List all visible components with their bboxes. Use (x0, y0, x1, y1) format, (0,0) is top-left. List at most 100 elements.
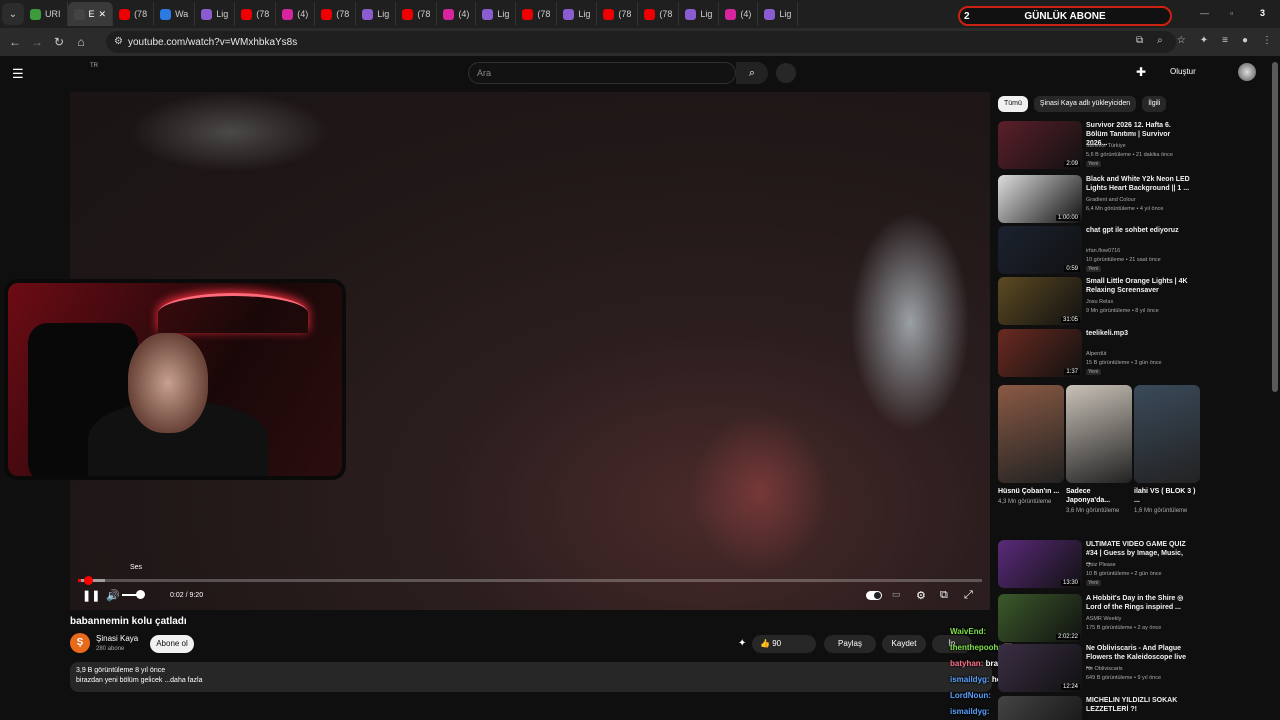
recommended-channel[interactable]: Alperdüt (1086, 351, 1107, 357)
recommended-video[interactable]: 31:05 Small Little Orange Lights | 4K Rel… (998, 277, 1208, 325)
page-scrollbar[interactable] (1272, 62, 1278, 392)
browser-tab[interactable]: (78 (597, 2, 639, 26)
filter-chip[interactable]: İlgili (1142, 96, 1167, 112)
short-thumbnail[interactable] (1134, 385, 1200, 483)
voice-search-button[interactable] (776, 63, 796, 83)
browser-tab[interactable]: (78 (315, 2, 357, 26)
search-input[interactable]: Ara (468, 62, 736, 84)
autoplay-toggle[interactable] (866, 591, 882, 600)
miniplayer-icon[interactable]: ⧉ (940, 589, 948, 602)
tab-search-chevron-icon[interactable]: ⌄ (2, 3, 24, 25)
save-button[interactable]: Kaydet (882, 635, 926, 653)
maximize-icon[interactable]: ▫ (1230, 8, 1233, 18)
recommended-video[interactable]: 1:37 teelikeli.mp3 Alperdüt 15 B görüntülem… (998, 329, 1208, 377)
recommended-video[interactable]: 0:59 chat gpt ile sohbet ediyoruz irfan.fl… (998, 226, 1208, 274)
short-thumbnail[interactable] (1066, 385, 1132, 483)
install-icon[interactable]: ⧉ (1136, 35, 1143, 46)
browser-tab[interactable]: (78 (396, 2, 438, 26)
filter-chip[interactable]: Tümü (998, 96, 1028, 112)
search-button[interactable]: ⌕ (736, 62, 768, 84)
media-icon[interactable]: ≡ (1222, 35, 1228, 46)
description-box[interactable]: 3,9 B görüntüleme 8 yıl önce birazdan ye… (70, 662, 992, 692)
short-title[interactable]: Hüsnü Çoban'ın ... (998, 487, 1064, 496)
video-thumbnail[interactable]: 2:09 (998, 121, 1082, 169)
recommended-video[interactable]: 1:00:00 Black and White Y2k Neon LED Ligh… (998, 175, 1208, 223)
browser-tab[interactable]: (78 (235, 2, 277, 26)
browser-tab[interactable]: Lig (758, 2, 799, 26)
recommended-channel[interactable]: Gradient and Colour (1086, 197, 1136, 203)
short-title[interactable]: ilahi VS ( BLOK 3 ) ... (1134, 487, 1200, 505)
pause-icon[interactable]: ❚❚ (82, 589, 100, 602)
filter-chip[interactable]: Şinasi Kaya adlı yükleyiciden (1033, 96, 1137, 112)
like-button[interactable]: 👍 90 (752, 635, 816, 653)
short-item[interactable]: Hüsnü Çoban'ın ... 4,3 Mn görüntüleme (998, 385, 1064, 506)
recommended-title[interactable]: A Hobbit's Day in the Shire ◎ Lord of th… (1086, 594, 1190, 612)
back-icon[interactable]: ← (4, 35, 26, 49)
volume-icon[interactable]: 🔊 (106, 589, 120, 602)
recommended-video[interactable]: 13:30 ULTIMATE VIDEO GAME QUIZ #34 | Gues… (998, 540, 1208, 588)
zoom-icon[interactable]: ⌕ (1157, 35, 1163, 46)
settings-gear-icon[interactable]: ⚙ (916, 589, 926, 602)
create-icon[interactable]: ✚ (1136, 65, 1146, 79)
recommended-channel[interactable]: Survivor Türkiye (1086, 143, 1126, 149)
progress-bar[interactable] (78, 576, 982, 585)
recommended-title[interactable]: Black and White Y2k Neon LED Lights Hear… (1086, 175, 1190, 193)
minimize-icon[interactable]: — (1200, 8, 1209, 18)
browser-tab[interactable]: (78 (638, 2, 680, 26)
bookmark-star-icon[interactable]: ☆ (1177, 35, 1186, 46)
short-title[interactable]: Sadece Japonya'da... (1066, 487, 1132, 505)
recommended-title[interactable]: MICHELIN YILDIZLI SOKAK LEZZETLERİ ?! (1086, 696, 1190, 714)
recommended-video[interactable]: 2:02:22 A Hobbit's Day in the Shire ◎ Lor… (998, 594, 1208, 642)
forward-icon[interactable]: → (26, 35, 48, 49)
channel-avatar[interactable]: Ş (70, 633, 90, 653)
video-thumbnail[interactable]: 13:30 (998, 540, 1082, 588)
video-thumbnail[interactable]: 1:00:00 (998, 175, 1082, 223)
hype-icon[interactable]: ✦ (738, 638, 746, 649)
share-button[interactable]: Paylaş (824, 635, 876, 653)
address-bar[interactable]: ⚙ youtube.com/watch?v=WMxhbkaYs8s (106, 31, 1176, 53)
video-thumbnail[interactable] (998, 696, 1082, 720)
menu-icon[interactable]: ☰ (12, 66, 24, 82)
video-thumbnail[interactable]: 1:37 (998, 329, 1082, 377)
tab-close-icon[interactable]: ✕ (99, 9, 107, 20)
short-thumbnail[interactable] (998, 385, 1064, 483)
recommended-video[interactable]: MICHELIN YILDIZLI SOKAK LEZZETLERİ ?! (998, 696, 1208, 720)
channel-name[interactable]: Şinasi Kaya (96, 634, 138, 643)
browser-tab[interactable]: Lig (476, 2, 517, 26)
fullscreen-icon[interactable]: ⤢ (964, 589, 973, 602)
recommended-channel[interactable]: Ne Obliviscaris (1086, 666, 1123, 672)
recommended-title[interactable]: Small Little Orange Lights | 4K Relaxing… (1086, 277, 1190, 295)
recommended-channel[interactable]: Josu Relax (1086, 299, 1113, 305)
recommended-title[interactable]: teelikeli.mp3 (1086, 329, 1190, 338)
video-thumbnail[interactable]: 2:02:22 (998, 594, 1082, 642)
video-thumbnail[interactable]: 31:05 (998, 277, 1082, 325)
subtitles-icon[interactable]: ▭ (892, 589, 901, 600)
browser-tab[interactable]: (78 (516, 2, 558, 26)
video-thumbnail[interactable]: 0:59 (998, 226, 1082, 274)
reload-icon[interactable]: ↻ (48, 35, 70, 49)
recommended-channel[interactable]: irfan.flow0716 (1086, 248, 1120, 254)
browser-tab[interactable]: (4) (276, 2, 316, 26)
account-avatar[interactable] (1238, 63, 1256, 81)
volume-knob[interactable] (136, 590, 145, 599)
browser-tab[interactable]: E ✕ (67, 2, 114, 26)
short-item[interactable]: Sadece Japonya'da... 3,6 Mn görüntüleme (1066, 385, 1132, 515)
browser-tab[interactable]: (4) (719, 2, 759, 26)
subscribe-button[interactable]: Abone ol (150, 635, 194, 653)
browser-tab[interactable]: Lig (679, 2, 720, 26)
browser-tab[interactable]: Lig (195, 2, 236, 26)
profile-icon[interactable]: ● (1242, 35, 1248, 46)
create-button[interactable]: Oluştur (1170, 67, 1196, 76)
recommended-channel[interactable]: Quiz Please (1086, 562, 1116, 568)
scrubber-handle[interactable] (84, 576, 93, 585)
site-info-icon[interactable]: ⚙ (114, 36, 123, 47)
browser-tab[interactable]: Wa (154, 2, 196, 26)
browser-tab[interactable]: Lig (557, 2, 598, 26)
extensions-icon[interactable]: ✦ (1200, 35, 1208, 46)
video-thumbnail[interactable]: 12:24 (998, 644, 1082, 692)
browser-tab[interactable]: (78 (113, 2, 155, 26)
short-item[interactable]: ilahi VS ( BLOK 3 ) ... 1,6 Mn görüntülem… (1134, 385, 1200, 515)
home-icon[interactable]: ⌂ (70, 35, 92, 49)
browser-menu-icon[interactable]: ⋮ (1262, 35, 1272, 46)
recommended-video[interactable]: 2:09 Survivor 2026 12. Hafta 6. Bölüm Tan… (998, 121, 1208, 169)
